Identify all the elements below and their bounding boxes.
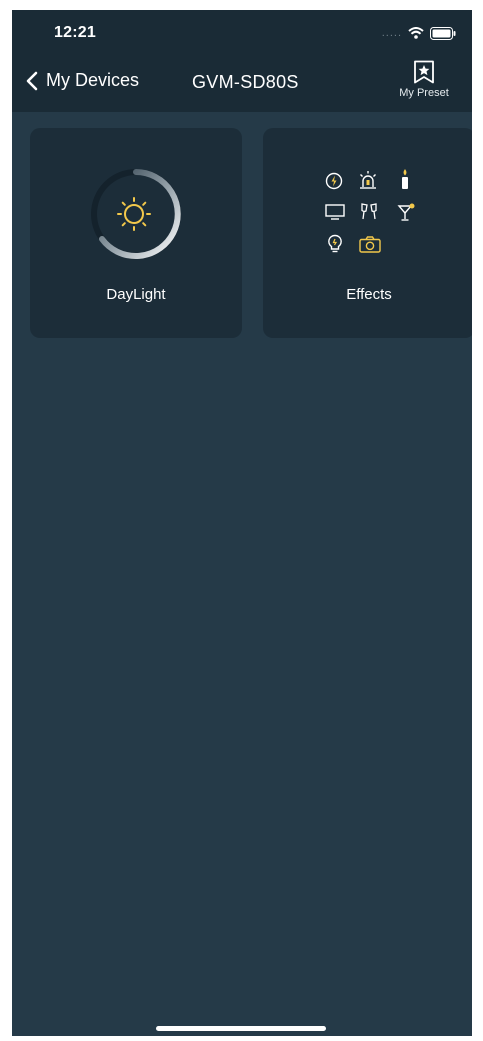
daylight-label: DayLight [106,286,166,303]
police-light-icon [360,171,376,189]
daylight-dial-icon [91,169,181,259]
wifi-icon [408,27,424,39]
app-screen: 12:21 ..... My Devices GVM-SD80S My Pres… [12,10,472,1036]
daylight-card[interactable]: DayLight [30,128,242,338]
effects-card[interactable]: Effects [263,128,472,338]
back-button[interactable]: My Devices [26,70,139,91]
signal-dots: ..... [381,27,402,39]
bookmark-star-icon [414,60,434,84]
lightning-icon [325,172,343,190]
battery-icon [430,26,456,40]
preset-label: My Preset [399,87,449,99]
my-preset-button[interactable]: My Preset [388,60,460,108]
effects-icon-grid [319,169,419,258]
top-bar: 12:21 ..... My Devices GVM-SD80S My Pres… [12,10,472,112]
tv-icon [325,204,345,220]
camera-icon [359,236,381,253]
chevron-left-icon [26,71,38,90]
status-icons: ..... [382,26,456,40]
status-time: 12:21 [54,24,96,41]
cheers-icon [361,203,377,220]
cocktail-icon [397,203,415,221]
back-label: My Devices [46,70,140,90]
home-indicator[interactable] [156,1026,326,1031]
bulb-icon [328,234,342,253]
sun-icon [117,197,151,231]
candle-icon [402,169,408,189]
page-title: GVM-SD80S [192,72,299,92]
effects-label: Effects [346,286,392,303]
